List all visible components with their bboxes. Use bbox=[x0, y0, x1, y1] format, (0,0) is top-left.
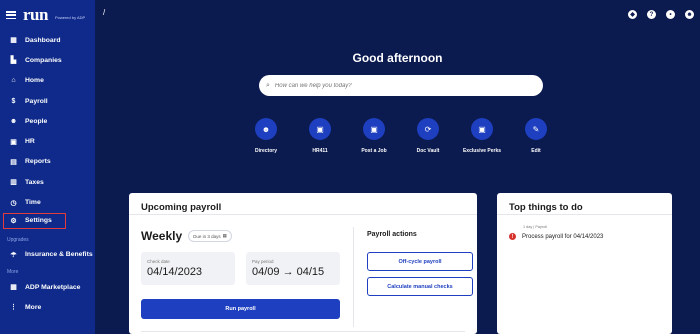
home-icon: ⌂ bbox=[11, 77, 16, 85]
pay-period-box: Pay period 04/09 → 04/15 bbox=[246, 252, 340, 285]
quick-link-directory[interactable]: ☻ Directory bbox=[238, 118, 294, 154]
post-job-icon: ▣ bbox=[363, 118, 385, 140]
people-icon: ☻ bbox=[9, 117, 18, 125]
top-icons: ◆ ? • ☻ bbox=[628, 10, 694, 19]
check-date-box: Check date 04/14/2023 bbox=[141, 252, 235, 285]
sidebar-item-more[interactable]: ⋮ More bbox=[0, 297, 95, 317]
sidebar-item-hr[interactable]: ▣ HR bbox=[0, 131, 95, 151]
todo-meta: 1 day | Payroll bbox=[523, 225, 547, 229]
sidebar-item-adp-marketplace[interactable]: ▦ ADP Marketplace bbox=[0, 277, 95, 297]
sidebar-item-label: Time bbox=[25, 199, 41, 207]
sidebar-item-companies[interactable]: ▙ Companies bbox=[0, 50, 95, 70]
hr411-icon: ▣ bbox=[309, 118, 331, 140]
sidebar-item-label: Companies bbox=[25, 56, 62, 64]
help-icon[interactable]: ? bbox=[647, 10, 656, 19]
run-payroll-button[interactable]: Run payroll bbox=[141, 299, 340, 319]
sidebar-item-label: Reports bbox=[25, 158, 51, 166]
sidebar-item-taxes[interactable]: ▥ Taxes bbox=[0, 172, 95, 192]
pencil-icon: ✎ bbox=[525, 118, 547, 140]
run-logo[interactable]: run bbox=[23, 5, 48, 25]
umbrella-icon: ☂ bbox=[10, 251, 17, 259]
marketplace-icon: ▦ bbox=[10, 284, 17, 292]
top-things-card: Top things to do 1 day | Payroll ! Proce… bbox=[497, 193, 672, 334]
sidebar-item-reports[interactable]: ▤ Reports bbox=[0, 152, 95, 172]
alert-icon: ! bbox=[509, 233, 516, 240]
breadcrumb-separator: / bbox=[103, 8, 106, 17]
pay-period-value: 04/09 → 04/15 bbox=[252, 266, 325, 278]
sidebar-item-label: ADP Marketplace bbox=[25, 283, 81, 291]
grid-icon: ▦ bbox=[10, 37, 17, 45]
quick-link-edit[interactable]: ✎ Edit bbox=[508, 118, 564, 154]
sidebar-item-dashboard[interactable]: ▦ Dashboard bbox=[0, 30, 95, 50]
sidebar-item-label: More bbox=[25, 303, 42, 311]
sidebar-item-people[interactable]: ☻ People bbox=[0, 111, 95, 131]
sidebar: run Powered by ADP ▦ Dashboard ▙ Companies… bbox=[0, 0, 95, 334]
payroll-frequency: Weekly Due in 3 days ▦ bbox=[141, 229, 232, 243]
directory-icon: ☻ bbox=[255, 118, 277, 140]
sidebar-item-payroll[interactable]: $ Payroll bbox=[0, 91, 95, 111]
dollar-icon: $ bbox=[11, 97, 16, 105]
user-profile-icon[interactable]: ☻ bbox=[685, 10, 694, 19]
card-title: Upcoming payroll bbox=[141, 202, 222, 213]
taxes-icon: ▥ bbox=[10, 179, 17, 187]
sidebar-item-home[interactable]: ⌂ Home bbox=[0, 71, 95, 91]
doc-vault-icon: ⟳ bbox=[417, 118, 439, 140]
quick-link-post-a-job[interactable]: ▣ Post a Job bbox=[346, 118, 402, 154]
sidebar-item-label: Home bbox=[25, 77, 44, 85]
tag-icon[interactable]: ◆ bbox=[628, 10, 637, 19]
card-title: Top things to do bbox=[509, 202, 583, 213]
sidebar-item-label: Payroll bbox=[25, 97, 48, 105]
brand-header: run Powered by ADP bbox=[0, 0, 95, 30]
sidebar-item-label: People bbox=[25, 117, 48, 125]
sidebar-item-settings[interactable]: ⚙ Settings bbox=[3, 212, 66, 229]
quick-link-hr411[interactable]: ▣ HR411 bbox=[292, 118, 348, 154]
sidebar-item-time[interactable]: ◷ Time bbox=[0, 192, 95, 212]
more-vertical-icon: ⋮ bbox=[10, 304, 17, 312]
notification-bell-icon[interactable]: • bbox=[666, 10, 675, 19]
sidebar-item-insurance-benefits[interactable]: ☂ Insurance & Benefits bbox=[0, 245, 95, 265]
section-label-upgrades: Upgrades bbox=[7, 236, 29, 243]
search-icon: ⌕ bbox=[266, 81, 270, 89]
due-badge: Due in 3 days ▦ bbox=[188, 230, 232, 242]
section-label-more: More bbox=[7, 268, 19, 275]
check-date-value: 04/14/2023 bbox=[147, 266, 203, 278]
sidebar-item-label: HR bbox=[25, 138, 35, 146]
briefcase-icon: ▣ bbox=[10, 138, 17, 146]
calculate-manual-checks-button[interactable]: Calculate manual checks bbox=[367, 277, 473, 296]
reports-icon: ▤ bbox=[10, 158, 17, 166]
frequency-label: Weekly bbox=[141, 229, 183, 243]
quick-link-doc-vault[interactable]: ⟳ Doc Vault bbox=[400, 118, 456, 154]
payroll-actions-title: Payroll actions bbox=[367, 231, 417, 238]
calendar-icon: ▦ bbox=[222, 233, 227, 238]
gear-icon: ⚙ bbox=[10, 217, 17, 225]
search-input[interactable] bbox=[274, 82, 515, 89]
off-cycle-payroll-button[interactable]: Off-cycle payroll bbox=[367, 252, 473, 271]
todo-item[interactable]: ! Process payroll for 04/14/2023 bbox=[509, 233, 603, 240]
sidebar-nav: ▦ Dashboard ▙ Companies ⌂ Home $ Payroll ☻ Pe… bbox=[0, 30, 95, 229]
hamburger-menu-icon[interactable] bbox=[6, 11, 16, 19]
search-bar[interactable]: ⌕ bbox=[259, 75, 543, 96]
powered-by-adp: Powered by ADP bbox=[54, 15, 86, 20]
sidebar-item-label: Settings bbox=[25, 217, 52, 225]
upcoming-payroll-card: Upcoming payroll Weekly Due in 3 days ▦ C… bbox=[129, 193, 477, 334]
sidebar-item-label: Taxes bbox=[25, 178, 44, 186]
clock-icon: ◷ bbox=[10, 199, 17, 207]
building-icon: ▙ bbox=[10, 57, 17, 65]
sidebar-item-label: Dashboard bbox=[25, 36, 61, 44]
sidebar-item-label: Insurance & Benefits bbox=[25, 251, 93, 259]
quick-link-exclusive-perks[interactable]: ▣ Exclusive Perks bbox=[454, 118, 510, 154]
gift-icon: ▣ bbox=[471, 118, 493, 140]
greeting-title: Good afternoon bbox=[352, 51, 443, 65]
